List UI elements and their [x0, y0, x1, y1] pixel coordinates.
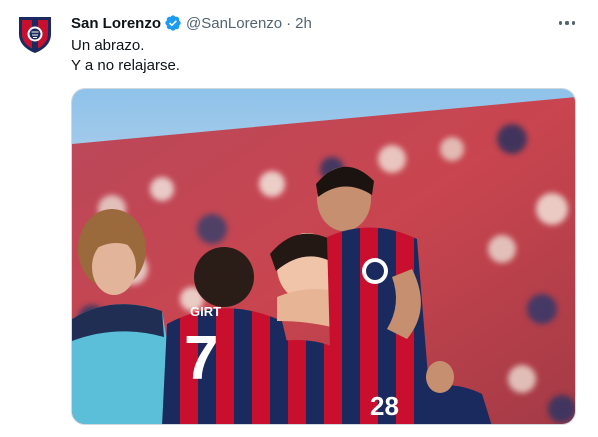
- author-handle[interactable]: @SanLorenzo: [186, 15, 282, 32]
- celebration-photo: GIRT 7 28: [72, 89, 575, 424]
- jersey-number-right: 28: [370, 391, 399, 421]
- tweet[interactable]: San Lorenzo @SanLorenzo · 2h Un abrazo. …: [0, 0, 598, 437]
- club-crest-icon: [19, 17, 51, 53]
- tweet-text-line: Un abrazo.: [71, 37, 145, 54]
- more-options-icon[interactable]: [552, 12, 582, 34]
- tweet-text: Un abrazo. Y a no relajarse.: [71, 36, 180, 76]
- tweet-photo[interactable]: GIRT 7 28: [71, 88, 576, 425]
- tweet-header: San Lorenzo @SanLorenzo · 2h: [71, 12, 312, 34]
- jersey-name: GIRT: [190, 304, 221, 319]
- verified-badge-icon: [164, 14, 182, 32]
- author-name[interactable]: San Lorenzo: [71, 15, 161, 32]
- separator-dot: ·: [286, 14, 292, 32]
- timestamp[interactable]: 2h: [295, 15, 312, 32]
- avatar[interactable]: [16, 14, 54, 54]
- tweet-text-line: Y a no relajarse.: [71, 57, 180, 74]
- jersey-number-left: 7: [184, 324, 218, 393]
